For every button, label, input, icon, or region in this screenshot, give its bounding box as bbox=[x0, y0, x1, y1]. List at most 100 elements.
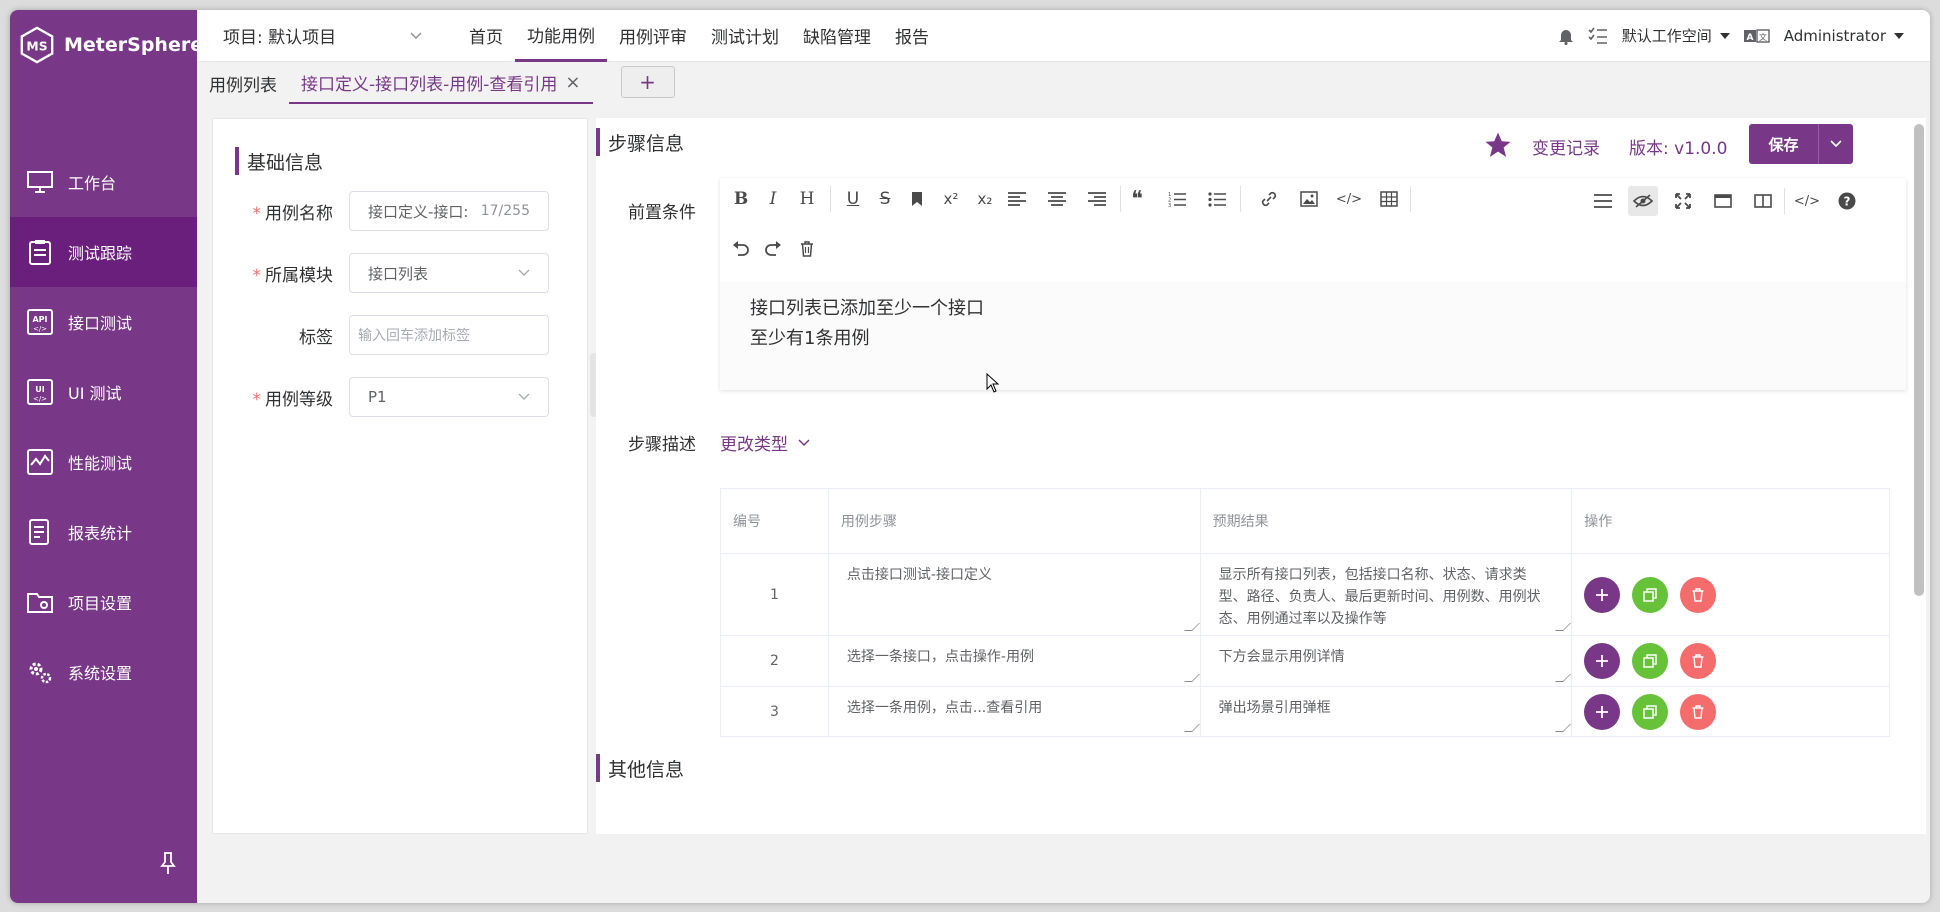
source-code-button[interactable]: </> bbox=[1792, 186, 1822, 216]
add-step-button[interactable] bbox=[1584, 693, 1621, 730]
delete-step-button[interactable] bbox=[1680, 576, 1717, 613]
menu-functional-case[interactable]: 功能用例 bbox=[515, 10, 607, 62]
change-history-link[interactable]: 变更记录 bbox=[1532, 134, 1600, 159]
plus-icon bbox=[1596, 655, 1609, 667]
expected-textarea[interactable]: 下方会显示用例详情 bbox=[1201, 636, 1573, 686]
sidebar-item-performance-test[interactable]: 性能测试 bbox=[10, 427, 197, 497]
clear-button[interactable] bbox=[792, 234, 822, 264]
copy-step-button[interactable] bbox=[1632, 693, 1669, 730]
tab-case-list[interactable]: 用例列表 bbox=[197, 62, 289, 104]
sidebar-item-api-test[interactable]: API </> 接口测试 bbox=[10, 287, 197, 357]
level-select[interactable]: P1 bbox=[349, 377, 549, 417]
precondition-content[interactable]: 接口列表已添加至少一个接口 至少有1条用例 bbox=[720, 282, 1906, 390]
sidebar-item-report[interactable]: 报表统计 bbox=[10, 497, 197, 567]
bold-button[interactable]: B bbox=[726, 184, 756, 214]
window-button[interactable] bbox=[1708, 186, 1738, 216]
sidebar-item-project-settings[interactable]: 项目设置 bbox=[10, 567, 197, 637]
quote-button[interactable]: ❝ bbox=[1122, 184, 1152, 214]
table-row: 1 点击接口测试-接口定义 显示所有接口列表，包括接口名称、状态、请求类型、路径… bbox=[721, 554, 1891, 636]
heading-button[interactable]: H bbox=[792, 184, 822, 214]
align-left-button[interactable] bbox=[1002, 184, 1032, 214]
delete-step-button[interactable] bbox=[1680, 643, 1717, 679]
help-button[interactable]: ? bbox=[1832, 186, 1862, 216]
preview-toggle-button[interactable] bbox=[1628, 186, 1658, 216]
save-button[interactable]: 保存 bbox=[1749, 124, 1819, 164]
sidebar-item-workbench[interactable]: 工作台 bbox=[10, 147, 197, 217]
star-icon[interactable] bbox=[1483, 130, 1513, 160]
workspace-selector[interactable]: 默认工作空间 bbox=[1622, 25, 1730, 46]
subscript-button[interactable]: x₂ bbox=[970, 184, 1000, 214]
tab-active-case[interactable]: 接口定义-接口列表-用例-查看引用 × bbox=[289, 62, 593, 104]
add-tab-button[interactable]: + bbox=[620, 66, 675, 98]
align-center-button[interactable] bbox=[1042, 184, 1072, 214]
superscript-button[interactable]: x² bbox=[936, 184, 966, 214]
step-textarea[interactable]: 选择一条接口，点击操作-用例 bbox=[829, 636, 1201, 686]
expected-textarea[interactable]: 弹出场景引用弹框 bbox=[1201, 687, 1573, 736]
editor-toolbar: B I H U S x² x₂ ❝ 123 </> </> ? bbox=[720, 178, 1906, 282]
menu-report[interactable]: 报告 bbox=[883, 10, 941, 62]
menu-test-plan[interactable]: 测试计划 bbox=[699, 10, 791, 62]
tag-input[interactable]: 输入回车添加标签 bbox=[349, 315, 549, 355]
copy-step-button[interactable] bbox=[1632, 576, 1669, 613]
save-dropdown-button[interactable] bbox=[1819, 124, 1853, 164]
fullscreen-button[interactable] bbox=[1668, 186, 1698, 216]
vertical-scrollbar[interactable] bbox=[1914, 124, 1924, 596]
add-step-button[interactable] bbox=[1584, 576, 1621, 613]
performance-chart-icon bbox=[26, 448, 54, 476]
link-button[interactable] bbox=[1254, 184, 1284, 214]
bell-icon[interactable] bbox=[1558, 27, 1574, 45]
change-type-dropdown[interactable]: 更改类型 bbox=[720, 430, 810, 455]
menu-case-review[interactable]: 用例评审 bbox=[607, 10, 699, 62]
chevron-down-icon bbox=[518, 269, 530, 276]
menu-defect-management[interactable]: 缺陷管理 bbox=[791, 10, 883, 62]
pin-icon[interactable] bbox=[156, 851, 180, 875]
toolbar-divider bbox=[1240, 186, 1241, 212]
column-header-number: 编号 bbox=[721, 489, 829, 553]
ordered-list-button[interactable]: 123 bbox=[1162, 184, 1192, 214]
language-icon[interactable]: A文 bbox=[1743, 28, 1770, 44]
trash-icon bbox=[801, 241, 813, 257]
sidebar-item-test-track[interactable]: 测试跟踪 bbox=[10, 217, 197, 287]
delete-step-button[interactable] bbox=[1680, 693, 1717, 730]
case-name-input[interactable]: 接口定义-接口: 17/255 bbox=[349, 191, 549, 231]
image-button[interactable] bbox=[1294, 184, 1324, 214]
code-button[interactable]: </> bbox=[1334, 184, 1364, 214]
redo-button[interactable] bbox=[758, 234, 788, 264]
bookmark-button[interactable] bbox=[902, 184, 932, 214]
menu-button[interactable] bbox=[1588, 186, 1618, 216]
version-selector[interactable]: 版本: v1.0.0 bbox=[1629, 134, 1727, 159]
table-button[interactable] bbox=[1374, 184, 1404, 214]
align-right-button[interactable] bbox=[1082, 184, 1112, 214]
copy-step-button[interactable] bbox=[1632, 643, 1669, 679]
split-view-button[interactable] bbox=[1748, 186, 1778, 216]
svg-text:UI: UI bbox=[35, 385, 44, 394]
trash-icon bbox=[1692, 704, 1704, 719]
top-header: 项目: 默认项目 首页 功能用例 用例评审 测试计划 缺陷管理 报告 默认工作空… bbox=[197, 10, 1930, 62]
sidebar-item-system-settings[interactable]: 系统设置 bbox=[10, 637, 197, 707]
bullet-list-button[interactable] bbox=[1202, 184, 1232, 214]
menu-home[interactable]: 首页 bbox=[457, 10, 515, 62]
expected-textarea[interactable]: 显示所有接口列表，包括接口名称、状态、请求类型、路径、负责人、最后更新时间、用例… bbox=[1201, 554, 1573, 635]
step-textarea[interactable]: 选择一条用例，点击...查看引用 bbox=[829, 687, 1201, 736]
expand-icon bbox=[1675, 193, 1691, 209]
strikethrough-button[interactable]: S bbox=[870, 184, 900, 214]
resize-handle-icon[interactable] bbox=[1183, 623, 1200, 631]
app-window: MS MeterSphere 工作台 测试跟踪 API </> 接口测试 UI </… bbox=[10, 10, 1930, 903]
app-name: MeterSphere bbox=[64, 34, 204, 56]
sidebar-item-label: 接口测试 bbox=[68, 314, 133, 333]
required-mark: * bbox=[252, 265, 262, 286]
sidebar-item-ui-test[interactable]: UI </> UI 测试 bbox=[10, 357, 197, 427]
char-count: 17/255 bbox=[480, 203, 530, 219]
close-icon[interactable]: × bbox=[565, 72, 580, 93]
add-step-button[interactable] bbox=[1584, 643, 1621, 679]
italic-button[interactable]: I bbox=[758, 184, 788, 214]
module-select[interactable]: 接口列表 bbox=[349, 253, 549, 293]
user-name: Administrator bbox=[1783, 26, 1886, 45]
align-right-icon bbox=[1088, 192, 1106, 206]
step-textarea[interactable]: 点击接口测试-接口定义 bbox=[829, 554, 1201, 635]
underline-button[interactable]: U bbox=[838, 184, 868, 214]
project-selector[interactable]: 项目: 默认项目 bbox=[197, 23, 437, 48]
undo-button[interactable] bbox=[726, 234, 756, 264]
task-list-icon[interactable] bbox=[1588, 27, 1608, 45]
user-menu[interactable]: Administrator bbox=[1784, 27, 1904, 45]
